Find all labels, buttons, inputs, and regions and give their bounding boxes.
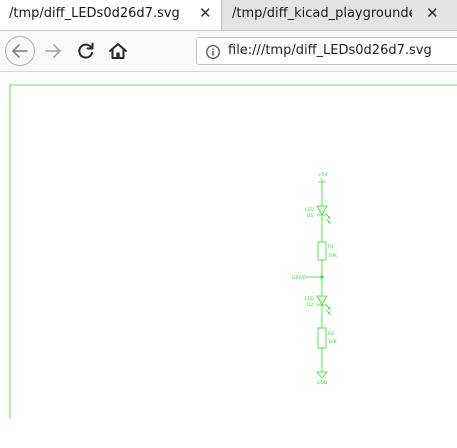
resistor-r2-symbol bbox=[317, 327, 327, 372]
r2-value: 10K bbox=[328, 339, 338, 345]
r1-value: 10K bbox=[328, 253, 338, 259]
arrow-right-icon bbox=[45, 44, 61, 58]
tab-title: /tmp/diff_kicad_playgrounde8 bbox=[232, 6, 412, 21]
led1-value: D1 bbox=[307, 213, 313, 219]
page-content: +5V LED D1 R1 10K DRIVE LED D2 R2 10K GN… bbox=[0, 72, 457, 448]
tab-leds-svg[interactable]: /tmp/diff_LEDs0d26d7.svg ✕ bbox=[0, 0, 222, 30]
led1-reference: LED bbox=[305, 207, 314, 213]
address-bar[interactable]: file:///tmp/diff_LEDs0d26d7.svg bbox=[196, 37, 457, 65]
navigation-toolbar: file:///tmp/diff_LEDs0d26d7.svg bbox=[0, 31, 457, 72]
arrow-left-icon bbox=[12, 44, 28, 58]
drive-net bbox=[305, 275, 324, 279]
power-label: +5V bbox=[318, 172, 329, 178]
drive-net-label: DRIVE bbox=[292, 275, 306, 281]
resistor-r1-symbol bbox=[317, 241, 327, 296]
home-icon bbox=[109, 43, 127, 59]
ground-symbol bbox=[316, 371, 328, 379]
url-text: file:///tmp/diff_LEDs0d26d7.svg bbox=[228, 43, 432, 58]
led2-value: D2 bbox=[307, 302, 313, 308]
r2-reference: R2 bbox=[328, 331, 334, 337]
schematic-drawing: +5V LED D1 R1 10K DRIVE LED D2 R2 10K GN… bbox=[9, 84, 457, 419]
r1-reference: R1 bbox=[328, 244, 334, 250]
tab-kicad-playground[interactable]: /tmp/diff_kicad_playgrounde8 ✕ bbox=[223, 0, 457, 30]
sheet-border bbox=[9, 84, 457, 419]
forward-button[interactable] bbox=[40, 37, 68, 65]
close-tab-icon[interactable]: ✕ bbox=[426, 4, 439, 22]
led-d2-symbol bbox=[316, 295, 331, 328]
reload-button[interactable] bbox=[72, 37, 100, 65]
led2-reference: LED bbox=[305, 296, 314, 302]
info-icon[interactable] bbox=[205, 44, 221, 60]
power-symbol bbox=[318, 178, 326, 206]
tab-title: /tmp/diff_LEDs0d26d7.svg bbox=[9, 6, 180, 21]
back-button[interactable] bbox=[5, 36, 35, 66]
tab-strip: /tmp/diff_LEDs0d26d7.svg ✕ /tmp/diff_kic… bbox=[0, 0, 457, 31]
led-d1-symbol bbox=[316, 205, 331, 242]
home-button[interactable] bbox=[104, 37, 132, 65]
close-tab-icon[interactable]: ✕ bbox=[199, 4, 212, 22]
ground-label: GND bbox=[317, 380, 328, 386]
reload-icon bbox=[78, 42, 94, 59]
